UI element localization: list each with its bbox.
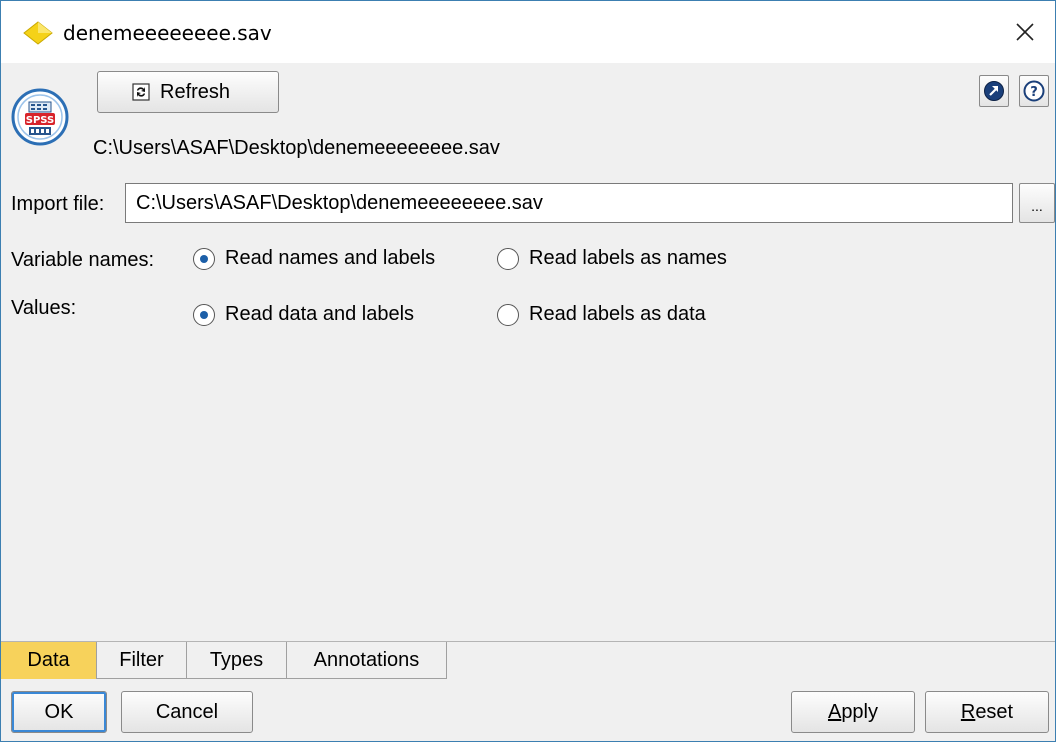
dialog-window: denemeeeeeeee.sav SPSS Refresh ? C:\User… [0, 0, 1056, 742]
help-icon: ? [1023, 80, 1045, 102]
radio-button-checked [193, 303, 215, 326]
radio-label: Read names and labels [225, 247, 436, 269]
import-file-label: Import file: [11, 193, 105, 215]
window-title: denemeeeeeeee.sav [63, 21, 272, 45]
radio-read-data-and-labels[interactable]: Read data and labels [193, 303, 414, 326]
variable-names-label: Variable names: [11, 249, 155, 271]
apply-button[interactable]: Apply [791, 691, 915, 733]
radio-button-checked [193, 247, 215, 270]
apply-label: pply [841, 700, 879, 723]
tab-data[interactable]: Data [1, 642, 97, 679]
spss-file-icon: SPSS [11, 88, 69, 146]
radio-label: Read labels as data [529, 303, 706, 325]
ok-button[interactable]: OK [11, 691, 107, 733]
launch-arrow-icon [984, 81, 1004, 101]
tab-types[interactable]: Types [187, 642, 287, 679]
yellow-diamond-icon [23, 21, 53, 45]
values-label: Values: [11, 297, 77, 319]
browse-button[interactable]: ... [1019, 183, 1055, 223]
radio-read-labels-as-names[interactable]: Read labels as names [497, 247, 727, 270]
button-bar: OK Cancel Apply Reset [1, 679, 1055, 741]
apply-mnemonic: A [827, 700, 842, 723]
import-file-input[interactable]: C:\Users\ASAF\Desktop\denemeeeeeeee.sav [125, 183, 1013, 223]
cancel-button[interactable]: Cancel [121, 691, 253, 733]
svg-text:?: ? [1030, 85, 1038, 100]
refresh-button[interactable]: Refresh [97, 71, 279, 113]
close-button[interactable] [995, 1, 1055, 63]
dialog-content: SPSS Refresh ? C:\Users\ASAF\Desktop\den… [1, 63, 1055, 641]
radio-read-labels-as-data[interactable]: Read labels as data [497, 303, 706, 326]
tab-annotations[interactable]: Annotations [287, 642, 447, 679]
launch-button[interactable] [979, 75, 1009, 107]
radio-label: Read data and labels [225, 303, 415, 325]
radio-button [497, 303, 519, 326]
refresh-label: Refresh [160, 80, 231, 103]
close-icon [1016, 23, 1034, 41]
reset-button[interactable]: Reset [925, 691, 1049, 733]
refresh-icon [132, 83, 150, 101]
help-button[interactable]: ? [1019, 75, 1049, 107]
radio-read-names-and-labels[interactable]: Read names and labels [193, 247, 435, 270]
tab-bar: Data Filter Types Annotations [1, 641, 1055, 679]
radio-button [497, 247, 519, 270]
tab-filter[interactable]: Filter [97, 642, 187, 679]
reset-mnemonic: R [960, 700, 976, 723]
title-bar: denemeeeeeeee.sav [1, 1, 1055, 63]
reset-label: eset [975, 700, 1014, 723]
svg-text:SPSS: SPSS [26, 115, 55, 126]
radio-label: Read labels as names [529, 247, 727, 269]
file-path-label: C:\Users\ASAF\Desktop\denemeeeeeeee.sav [93, 137, 500, 159]
